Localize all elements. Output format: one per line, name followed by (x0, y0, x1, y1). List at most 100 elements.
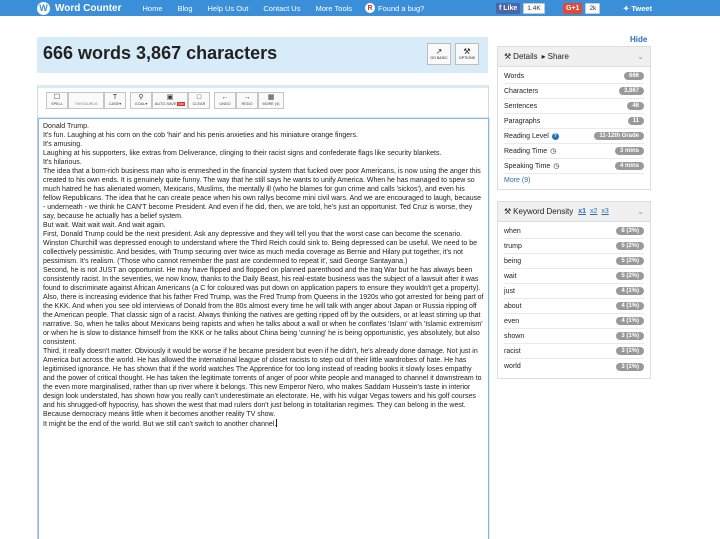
detail-label: Paragraphs (504, 117, 541, 125)
keyword-row: racist 3 (1%) (504, 344, 644, 359)
google-plus[interactable]: G+1 2k (563, 2, 601, 14)
bug-icon: R (365, 3, 376, 13)
options-button[interactable]: ⚒ OPTIONS (455, 43, 479, 65)
paragraph: First, Donald Trump could be the next pr… (43, 231, 478, 265)
count-header: 666 words 3,867 characters ↗ GO BASIC ⚒ … (37, 37, 488, 73)
details-rows: Words 666 Characters 3,867 Sentences 46 … (498, 67, 650, 184)
keyword-row: when 8 (3%) (504, 224, 644, 239)
goal-label: GOAL▾ (134, 102, 148, 106)
keyword-row: even 4 (1%) (504, 314, 644, 329)
detail-row-reading-level: Reading Level? 11-12th Grade (504, 129, 644, 144)
clock-icon[interactable]: ◷ (553, 162, 559, 170)
case-label: CASE▾ (108, 102, 122, 106)
details-panel: ⚒ Details ▸ Share ⌄ Words 666 Characters… (497, 46, 651, 190)
facebook-like[interactable]: f Like 1.4K (496, 2, 545, 14)
detail-label: Reading Level (504, 132, 549, 140)
top-nav: W Word Counter Home Blog Help Us Out Con… (0, 0, 720, 16)
keyword: even (504, 317, 520, 325)
nav-links: Home Blog Help Us Out Contact Us More To… (142, 4, 367, 13)
option-x2[interactable]: x2 (590, 208, 597, 215)
detail-value-badge: 3 mins (614, 147, 644, 155)
nav-link-home[interactable]: Home (142, 4, 162, 13)
facebook-like-button[interactable]: f Like (496, 2, 521, 14)
hide-sidebar-link[interactable]: Hide (630, 35, 647, 44)
chevron-down-icon[interactable]: ⌄ (637, 52, 644, 61)
text-caret (276, 419, 278, 427)
nav-link-more-tools[interactable]: More Tools (315, 4, 352, 13)
nav-link-blog[interactable]: Blog (178, 4, 193, 13)
case-icon: T (112, 94, 118, 101)
keyword-row: world 3 (1%) (504, 359, 644, 374)
detail-label: Characters (504, 87, 539, 95)
undo-button[interactable]: ← UNDO (214, 92, 236, 109)
keyword: when (504, 227, 521, 235)
detail-value-badge: 4 mins (614, 162, 644, 170)
goal-button[interactable]: ⚲ GOAL▾ (130, 92, 152, 109)
option-x1[interactable]: x1 (578, 208, 586, 215)
option-x3[interactable]: x3 (601, 208, 608, 215)
detail-label: Speaking Time (504, 162, 551, 170)
case-button[interactable]: T CASE▾ (104, 92, 126, 109)
text-editor[interactable]: Donald Trump. It's fun. Laughing at his … (38, 118, 489, 539)
detail-row-words: Words 666 (504, 69, 644, 84)
auto-save-button[interactable]: ▣ AUTO-SAVE OFF (152, 92, 188, 109)
checkbox-icon: ☐ (53, 94, 61, 101)
go-basic-button[interactable]: ↗ GO BASIC (427, 43, 451, 65)
detail-label: Sentences (504, 102, 538, 110)
keyword-rows: when 8 (3%) trump 5 (2%) being 5 (2%) wait 5… (498, 222, 650, 374)
keyword: being (504, 257, 522, 265)
chevron-down-icon[interactable]: ⌄ (637, 207, 644, 216)
more-button[interactable]: ▦ MORE (4) (258, 92, 284, 109)
share-icon: ▸ (541, 52, 546, 61)
arrow-right-icon: → (243, 94, 251, 101)
detail-value-badge: 666 (623, 72, 644, 80)
clear-label: CLEAR (192, 102, 206, 106)
facebook-like-count: 1.4K (523, 2, 545, 14)
keyword: racist (504, 347, 521, 355)
paragraph: It's hilarious. (43, 159, 82, 166)
details-tab[interactable]: Details (513, 52, 537, 61)
keyword: about (504, 302, 522, 310)
detail-label-wrap: Reading Time ◷ (504, 147, 556, 156)
share-tab[interactable]: Share (548, 52, 569, 61)
keyword-density-options: x1 x2 x3 (578, 208, 613, 215)
twitter-bird-icon: ✦ (623, 3, 632, 13)
floppy-disk-icon: ▣ (166, 94, 174, 101)
help-icon[interactable]: ? (551, 132, 559, 140)
clear-button[interactable]: □ CLEAR (188, 92, 210, 109)
detail-label: Reading Time (504, 147, 548, 155)
brand[interactable]: W Word Counter (37, 1, 121, 15)
tweet-button[interactable]: ✦ Tweet (623, 2, 652, 14)
paragraph: Laughing at his supporters, like extras … (43, 150, 442, 157)
detail-value-badge: 11 (627, 117, 644, 125)
detail-row-speaking-time: Speaking Time ◷ 4 mins (504, 159, 644, 174)
found-a-bug-link[interactable]: R Found a bug? (365, 3, 424, 13)
detail-label-wrap: Speaking Time ◷ (504, 162, 559, 171)
nav-link-contact-us[interactable]: Contact Us (263, 4, 300, 13)
keyword-count-badge: 3 (1%) (616, 332, 644, 340)
tweet-label: Tweet (631, 3, 653, 13)
wrench-icon: ⚒ (504, 52, 512, 61)
detail-value-badge: 46 (627, 102, 644, 110)
go-basic-label: GO BASIC (430, 56, 448, 60)
redo-button[interactable]: → REDO (236, 92, 258, 109)
google-plus-button[interactable]: G+1 (563, 2, 583, 14)
thesaurus-button[interactable]: THESAURUS (68, 92, 104, 109)
editor-toolbar: ☐ SPELL THESAURUS T CASE▾ ⚲ GOAL▾ ▣ AUTO… (46, 92, 284, 109)
paragraph: But wait. Wait wait wait. And wait again… (43, 222, 166, 229)
thesaurus-icon (85, 94, 87, 102)
word-count-headline: 666 words 3,867 characters (43, 43, 278, 63)
paragraph: The idea that a born-rich business man w… (43, 168, 482, 220)
keyword-row: shown 3 (1%) (504, 329, 644, 344)
redo-label: REDO (241, 102, 253, 106)
keyword-row: just 4 (1%) (504, 284, 644, 299)
keyword-count-badge: 3 (1%) (616, 347, 644, 355)
nav-link-help-us-out[interactable]: Help Us Out (208, 4, 249, 13)
auto-save-off-badge: OFF (177, 102, 186, 106)
arrow-left-icon: ← (221, 94, 229, 101)
keyword-count-badge: 4 (1%) (616, 317, 644, 325)
more-details-link[interactable]: More (9) (504, 177, 644, 184)
clock-icon[interactable]: ◷ (550, 147, 556, 155)
thesaurus-label: THESAURUS (74, 102, 98, 106)
spell-button[interactable]: ☐ SPELL (46, 92, 68, 109)
